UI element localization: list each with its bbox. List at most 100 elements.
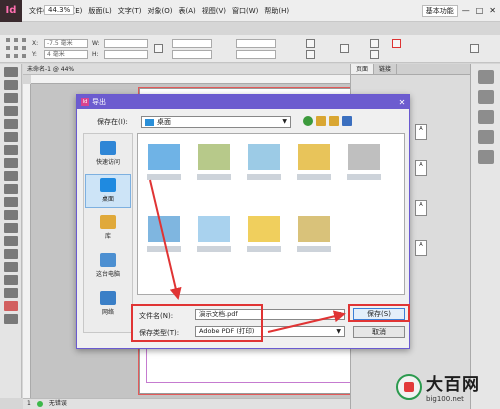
close-icon[interactable]: ✕ xyxy=(489,6,496,15)
menu-layout[interactable]: 版面(L) xyxy=(85,6,114,16)
y-field[interactable]: 4 毫米 xyxy=(44,50,88,59)
app-logo: Id xyxy=(0,0,22,22)
lightning-icon[interactable] xyxy=(470,44,479,53)
type-tool-icon[interactable] xyxy=(4,132,18,142)
fill-stroke-swatch-icon[interactable] xyxy=(4,301,18,311)
layers-panel-icon[interactable] xyxy=(477,90,494,104)
up-folder-icon[interactable] xyxy=(316,116,326,126)
maximize-icon[interactable]: □ xyxy=(476,6,484,15)
scale-x-field[interactable] xyxy=(172,39,212,48)
filetype-select[interactable]: Adobe PDF (打印) ▼ xyxy=(195,326,345,337)
direct-selection-tool-icon[interactable] xyxy=(4,80,18,90)
pages-panel-icon[interactable] xyxy=(477,70,494,84)
place-network[interactable]: 网络 xyxy=(85,288,131,322)
file-item[interactable] xyxy=(194,142,234,192)
menu-type[interactable]: 文字(T) xyxy=(115,6,145,16)
page-thumbnail[interactable]: A xyxy=(415,124,427,140)
save-button[interactable]: 保存(S) xyxy=(353,308,405,320)
place-this-pc[interactable]: 这台电脑 xyxy=(85,250,131,284)
menu-window[interactable]: 窗口(W) xyxy=(229,6,261,16)
menu-table[interactable]: 表(A) xyxy=(176,6,199,16)
zoom-level[interactable]: 44.3% xyxy=(44,5,75,15)
screen-mode-icon[interactable] xyxy=(4,314,18,324)
color-panel-icon[interactable] xyxy=(477,150,494,164)
menu-bar: Id 文件(F) 编辑(E) 版面(L) 文字(T) 对象(O) 表(A) 视图… xyxy=(0,0,500,22)
w-field[interactable] xyxy=(104,39,148,48)
shear-field[interactable] xyxy=(236,50,276,59)
link-icon[interactable] xyxy=(154,44,163,53)
menu-help[interactable]: 帮助(H) xyxy=(261,6,292,16)
file-item[interactable] xyxy=(144,214,184,264)
reference-point-icon[interactable] xyxy=(6,38,28,60)
file-item[interactable] xyxy=(144,142,184,192)
x-field[interactable]: -7.5 毫米 xyxy=(44,39,88,48)
eyedropper-tool-icon[interactable] xyxy=(4,262,18,272)
hand-tool-icon[interactable] xyxy=(4,275,18,285)
rotate-field[interactable] xyxy=(236,39,276,48)
fill-icon[interactable] xyxy=(370,39,379,48)
rectangle-frame-tool-icon[interactable] xyxy=(4,184,18,194)
fill-none-icon[interactable] xyxy=(392,39,401,48)
content-collector-icon[interactable] xyxy=(4,119,18,129)
tab-links[interactable]: 链接 xyxy=(374,64,398,74)
file-item[interactable] xyxy=(294,214,334,264)
zoom-tool-icon[interactable] xyxy=(4,288,18,298)
line-tool-icon[interactable] xyxy=(4,145,18,155)
rotate-cw-icon[interactable] xyxy=(306,39,315,48)
save-in-dropdown[interactable]: 桌面 ▼ xyxy=(141,116,291,128)
tab-pages[interactable]: 页面 xyxy=(351,64,375,74)
file-thumbnail xyxy=(248,216,280,242)
h-field[interactable] xyxy=(104,50,148,59)
document-tab[interactable]: 未命名-1 @ 44% xyxy=(23,64,350,75)
preflight-status[interactable]: 无错误 xyxy=(49,399,67,409)
menu-object[interactable]: 对象(O) xyxy=(145,6,176,16)
rectangle-tool-icon[interactable] xyxy=(4,197,18,207)
page-thumbnail[interactable]: A xyxy=(415,160,427,176)
file-thumbnail xyxy=(298,216,330,242)
page-tool-icon[interactable] xyxy=(4,93,18,103)
stroke-icon[interactable] xyxy=(370,50,379,59)
view-menu-icon[interactable] xyxy=(342,116,352,126)
select-container-icon[interactable] xyxy=(340,44,349,53)
gap-tool-icon[interactable] xyxy=(4,106,18,116)
file-item[interactable] xyxy=(344,142,384,192)
menu-view[interactable]: 视图(V) xyxy=(199,6,229,16)
filetype-value: Adobe PDF (打印) xyxy=(199,327,255,335)
selection-tool-icon[interactable] xyxy=(4,67,18,77)
place-library[interactable]: 库 xyxy=(85,212,131,246)
pencil-tool-icon[interactable] xyxy=(4,171,18,181)
minimize-icon[interactable]: — xyxy=(462,6,470,15)
back-icon[interactable] xyxy=(303,116,313,126)
watermark: 大百网 big100.net xyxy=(396,370,480,403)
panel-icon-strip xyxy=(470,64,500,409)
file-item[interactable] xyxy=(194,214,234,264)
star-icon xyxy=(100,141,116,155)
free-transform-tool-icon[interactable] xyxy=(4,223,18,233)
rotate-ccw-icon[interactable] xyxy=(306,50,315,59)
scissors-tool-icon[interactable] xyxy=(4,210,18,220)
file-item[interactable] xyxy=(294,142,334,192)
file-item[interactable] xyxy=(244,142,284,192)
pen-tool-icon[interactable] xyxy=(4,158,18,168)
links-panel-icon[interactable] xyxy=(477,110,494,124)
page-thumbnail[interactable]: A xyxy=(415,200,427,216)
workspace-switcher[interactable]: 基本功能 xyxy=(421,4,458,17)
close-icon[interactable]: ✕ xyxy=(395,98,409,107)
stroke-panel-icon[interactable] xyxy=(477,130,494,144)
file-item[interactable] xyxy=(244,214,284,264)
indesign-app: Id 文件(F) 编辑(E) 版面(L) 文字(T) 对象(O) 表(A) 视图… xyxy=(0,0,500,409)
filename-input[interactable]: 演示文档.pdf ▼ xyxy=(195,309,345,320)
page-number[interactable]: 1 xyxy=(27,399,31,409)
gradient-tool-icon[interactable] xyxy=(4,236,18,246)
cancel-button[interactable]: 取消 xyxy=(353,326,405,338)
place-desktop[interactable]: 桌面 xyxy=(85,174,131,208)
new-folder-icon[interactable] xyxy=(329,116,339,126)
status-bar: 1 无错误 xyxy=(23,398,350,409)
place-quick-access[interactable]: 快速访问 xyxy=(85,138,131,172)
page-thumbnail[interactable]: A xyxy=(415,240,427,256)
note-tool-icon[interactable] xyxy=(4,249,18,259)
file-name-blurred xyxy=(197,174,231,180)
file-thumbnail xyxy=(198,144,230,170)
save-in-value: 桌面 xyxy=(157,118,171,126)
scale-y-field[interactable] xyxy=(172,50,212,59)
